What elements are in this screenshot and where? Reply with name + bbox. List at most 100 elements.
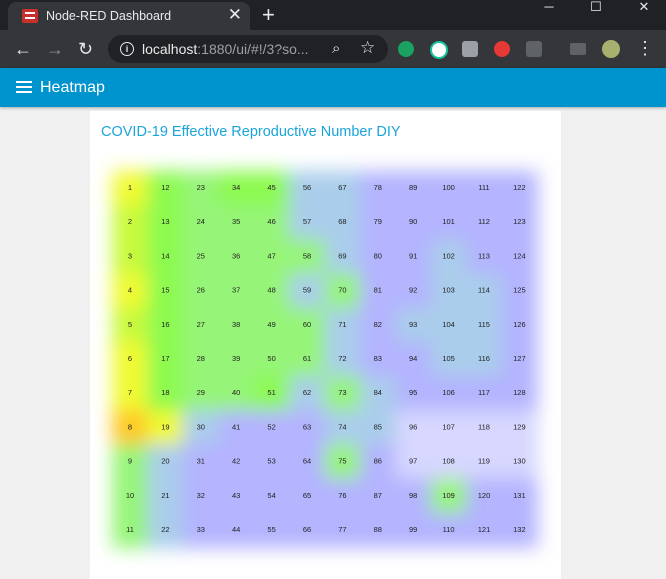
url-host: localhost bbox=[142, 41, 198, 57]
heatmap-cell-label: 114 bbox=[478, 286, 490, 295]
heatmap-cell-label: 82 bbox=[374, 320, 382, 329]
heatmap-cell-label: 87 bbox=[374, 491, 382, 500]
heatmap-cell-label: 28 bbox=[197, 354, 205, 363]
heatmap-cell-label: 1 bbox=[128, 183, 132, 192]
heatmap-cell-label: 17 bbox=[161, 354, 169, 363]
stop-extension-icon[interactable] bbox=[494, 41, 510, 57]
heatmap-cell-label: 15 bbox=[161, 286, 169, 295]
heatmap-cell-label: 27 bbox=[197, 320, 205, 329]
heatmap-cell-label: 69 bbox=[338, 251, 346, 260]
heatmap-cell-label: 85 bbox=[374, 422, 382, 431]
heatmap-cell-label: 20 bbox=[161, 457, 169, 466]
heatmap-cell-label: 124 bbox=[513, 251, 526, 260]
maximize-button[interactable]: ☐ bbox=[578, 0, 614, 16]
heatmap-cell-label: 21 bbox=[161, 491, 169, 500]
heatmap-cell-label: 12 bbox=[161, 183, 169, 192]
heatmap-cell-label: 91 bbox=[409, 251, 417, 260]
heatmap-cell-label: 5 bbox=[128, 320, 132, 329]
heatmap-cell-label: 131 bbox=[513, 491, 526, 500]
heatmap-cell-label: 92 bbox=[409, 286, 417, 295]
heatmap-cell-label: 14 bbox=[161, 251, 169, 260]
heatmap-cell-label: 90 bbox=[409, 217, 417, 226]
heatmap-cell-label: 89 bbox=[409, 183, 417, 192]
heatmap-cell-label: 77 bbox=[338, 525, 346, 534]
heatmap-cell-label: 6 bbox=[128, 354, 132, 363]
heatmap-cell-label: 44 bbox=[232, 525, 240, 534]
heatmap-cell-label: 79 bbox=[374, 217, 382, 226]
url-text[interactable]: localhost:1880/ui/#!/3?so... bbox=[142, 41, 309, 57]
heatmap-cell-label: 86 bbox=[374, 457, 382, 466]
reload-icon[interactable]: ↻ bbox=[78, 39, 93, 59]
browser-tab[interactable]: Node-RED Dashboard ✕ bbox=[8, 2, 250, 30]
heatmap-cell-label: 23 bbox=[197, 183, 205, 192]
heatmap-cell-label: 65 bbox=[303, 491, 311, 500]
bookmark-star-icon[interactable]: ☆ bbox=[360, 38, 375, 58]
heatmap-cell-label: 48 bbox=[267, 286, 275, 295]
heatmap-cell-label: 70 bbox=[338, 286, 346, 295]
heatmap-cell-label: 50 bbox=[267, 354, 275, 363]
address-bar[interactable]: i localhost:1880/ui/#!/3?so... ⌕ ☆ bbox=[108, 35, 388, 63]
new-tab-button[interactable]: + bbox=[262, 2, 275, 28]
heatmap-cell-label: 26 bbox=[197, 286, 205, 295]
back-arrow-icon[interactable]: ← bbox=[14, 39, 32, 59]
heatmap-cell-label: 107 bbox=[442, 422, 455, 431]
media-control-icon[interactable] bbox=[570, 43, 586, 55]
heatmap-canvas: 1 12 23 34 45 56 67 78 89 100 111 1222 13 24 35 46 57 68 7… bbox=[112, 170, 539, 549]
heatmap-cell-label: 116 bbox=[478, 354, 490, 363]
heatmap-cell-label: 95 bbox=[409, 388, 417, 397]
heatmap-cell-label: 119 bbox=[478, 457, 490, 466]
heatmap-cell-label: 66 bbox=[303, 525, 311, 534]
heatmap-cell-label: 60 bbox=[303, 320, 311, 329]
heatmap-cell-label: 9 bbox=[128, 457, 132, 466]
heatmap-cell-label: 56 bbox=[303, 183, 311, 192]
heatmap-cell-label: 81 bbox=[374, 286, 382, 295]
hamburger-menu-icon[interactable] bbox=[16, 81, 32, 93]
info-icon[interactable]: i bbox=[120, 42, 134, 56]
heatmap-cell-label: 41 bbox=[232, 422, 240, 431]
heatmap-cell-label: 32 bbox=[197, 491, 205, 500]
camera-extension-icon[interactable] bbox=[526, 41, 542, 57]
close-window-button[interactable]: ✕ bbox=[626, 0, 662, 16]
heatmap-cell-label: 100 bbox=[442, 183, 455, 192]
heatmap-cell-label: 7 bbox=[128, 388, 132, 397]
grammarly-extension-icon[interactable] bbox=[430, 41, 448, 59]
heat-blobs bbox=[112, 170, 539, 549]
heatmap-cell-label: 74 bbox=[338, 422, 346, 431]
chat-extension-icon[interactable] bbox=[462, 41, 478, 57]
tab-close-icon[interactable]: ✕ bbox=[228, 6, 242, 24]
heatmap-cell-label: 104 bbox=[442, 320, 455, 329]
heatmap-cell-label: 115 bbox=[478, 320, 490, 329]
heatmap-cell-label: 102 bbox=[442, 251, 455, 260]
heatmap-cell-label: 125 bbox=[513, 286, 526, 295]
heatmap-cell-label: 127 bbox=[513, 354, 526, 363]
heatmap-cell-label: 68 bbox=[338, 217, 346, 226]
heatmap-card: COVID-19 Effective Reproductive Number D… bbox=[90, 111, 561, 579]
zoom-icon[interactable]: ⌕ bbox=[332, 40, 340, 57]
minimize-button[interactable]: ─ bbox=[531, 0, 567, 16]
heatmap-cell-label: 129 bbox=[513, 422, 526, 431]
heatmap-cell-label: 118 bbox=[478, 422, 490, 431]
heatmap-cell-label: 35 bbox=[232, 217, 240, 226]
heatmap-cell-label: 47 bbox=[267, 251, 275, 260]
heatmap-cell-label: 99 bbox=[409, 525, 417, 534]
extension-play-icon[interactable] bbox=[398, 41, 414, 57]
heatmap-cell-label: 37 bbox=[232, 286, 240, 295]
forward-arrow-icon[interactable]: → bbox=[46, 39, 64, 59]
heatmap-cell-label: 59 bbox=[303, 286, 311, 295]
heatmap-cell-label: 19 bbox=[161, 422, 169, 431]
profile-avatar[interactable] bbox=[602, 40, 620, 58]
heatmap-cell-label: 123 bbox=[513, 217, 526, 226]
heatmap-cell-label: 73 bbox=[338, 388, 346, 397]
heatmap-cell-label: 36 bbox=[232, 251, 240, 260]
browser-menu-icon[interactable]: ⋮ bbox=[636, 38, 654, 58]
heatmap-cell-label: 40 bbox=[232, 388, 240, 397]
heatmap-cell-label: 18 bbox=[161, 388, 169, 397]
heatmap-cell-label: 88 bbox=[374, 525, 382, 534]
heatmap-cell-label: 63 bbox=[303, 422, 311, 431]
heatmap-cell-label: 3 bbox=[128, 251, 132, 260]
heatmap-cell-label: 57 bbox=[303, 217, 311, 226]
heatmap-cell-label: 34 bbox=[232, 183, 240, 192]
heatmap-cell-label: 97 bbox=[409, 457, 417, 466]
heatmap-cell-label: 51 bbox=[267, 388, 275, 397]
heatmap-cell-label: 76 bbox=[338, 491, 346, 500]
